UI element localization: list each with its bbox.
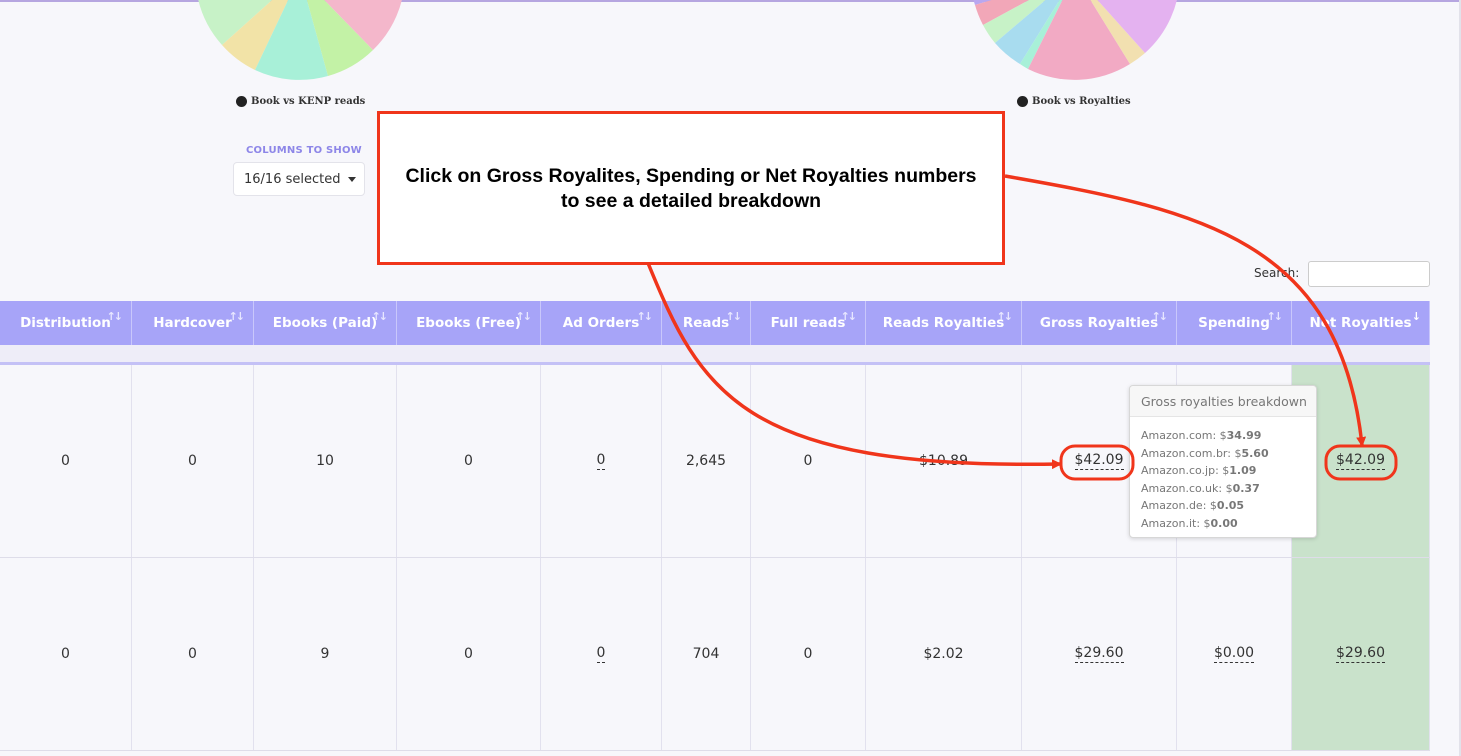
annotation-arrow-net <box>1004 174 1367 447</box>
annotation-circle-gross <box>1059 444 1135 481</box>
annotation-circle-net <box>1324 444 1398 481</box>
annotation-arrow-gross <box>646 262 1062 470</box>
annotation-overlay <box>646 174 1398 481</box>
